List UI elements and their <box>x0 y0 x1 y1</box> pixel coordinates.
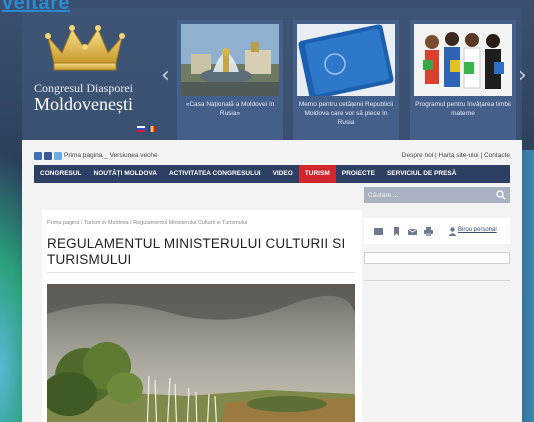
crown-logo-icon <box>45 25 125 71</box>
slider-item[interactable]: «Casa Națională a Moldovei în Rusia» <box>177 20 283 140</box>
article-tools: Birou personal <box>364 218 510 244</box>
sitemap-link[interactable]: Harta site-ului <box>439 152 479 159</box>
user-icon <box>448 227 457 236</box>
top-utility-bar: Prima pagina _ Versiunea veche Despre no… <box>34 152 510 166</box>
social-icons <box>34 152 62 160</box>
russian-flag-icon[interactable] <box>137 126 145 132</box>
moldovan-flag-icon[interactable] <box>148 126 156 132</box>
slide-title[interactable]: veltare <box>2 0 70 15</box>
breadcrumb[interactable]: Prima pagina / Turism in Moldova / Regul… <box>47 220 247 226</box>
nav-item-turism[interactable]: TURISM <box>298 165 336 183</box>
home-link[interactable]: Prima pagina <box>64 152 102 159</box>
divider: | <box>435 152 437 159</box>
sidebar-widget-box <box>364 252 510 264</box>
nav-item-video[interactable]: VIDEO <box>267 165 299 183</box>
slider-item-caption: Memo pentru cetățenii Republicii Moldova… <box>298 101 394 126</box>
page-content: Prima pagina _ Versiunea veche Despre no… <box>22 140 522 422</box>
fountain-photo <box>181 24 279 96</box>
site-header: Congresul Diasporei Moldovenești ‹ › «Ca… <box>22 8 527 148</box>
personal-office-link[interactable]: Birou personal <box>458 227 497 233</box>
main-navigation: CONGRESUL NOUTĂȚI MOLDOVA ACTIVITATEA CO… <box>34 165 510 183</box>
slider-next-arrow-icon[interactable]: › <box>518 63 527 88</box>
twitter-icon[interactable] <box>54 152 62 160</box>
page-title: REGULAMENTUL MINISTERULUI CULTURII SI TU… <box>47 236 346 267</box>
title-divider <box>47 272 355 273</box>
nav-item-serviciul-presa[interactable]: SERVICIUL DE PRESĂ <box>381 165 462 183</box>
divider: | <box>480 152 483 159</box>
search-input[interactable] <box>368 189 488 201</box>
language-flags <box>137 126 156 132</box>
slider-item-caption: «Casa Națională a Moldovei în Rusia» <box>185 101 275 117</box>
sidebar-divider <box>364 280 510 281</box>
share-icon[interactable] <box>374 227 383 236</box>
topbar-right-links: Despre noi | Harta site-ului | Contacte <box>402 152 510 159</box>
home-icon[interactable] <box>34 152 42 160</box>
sidebar: Birou personal <box>364 210 510 422</box>
article-panel: Prima pagina / Turism in Moldova / Regul… <box>42 210 362 422</box>
email-icon[interactable] <box>408 227 417 236</box>
search-icon[interactable] <box>496 190 506 200</box>
nav-item-activitatea[interactable]: ACTIVITATEA CONGRESULUI <box>163 165 267 183</box>
passport-photo <box>297 24 395 96</box>
facebook-icon[interactable] <box>44 152 52 160</box>
separator-text: _ <box>104 152 108 159</box>
print-icon[interactable] <box>424 227 433 236</box>
nav-item-proiecte[interactable]: PROIECTE <box>336 165 381 183</box>
search-box <box>364 187 510 203</box>
article-photo <box>47 284 355 422</box>
old-version-link[interactable]: Versiunea veche <box>110 152 158 159</box>
nav-item-congresul[interactable]: CONGRESUL <box>34 165 88 183</box>
slider-item[interactable]: Memo pentru cetățenii Republicii Moldova… <box>293 20 399 140</box>
nav-item-noutati[interactable]: NOUTĂȚI MOLDOVA <box>88 165 163 183</box>
bookmark-icon[interactable] <box>392 227 401 236</box>
contacts-link[interactable]: Contacte <box>484 152 510 159</box>
about-link[interactable]: Despre noi <box>402 152 433 159</box>
logo-text-main[interactable]: Moldovenești <box>34 94 133 115</box>
topbar-left-links: Prima pagina _ Versiunea veche <box>64 152 158 159</box>
slider-item-caption: Programul pentru învățarea limbii matern… <box>415 101 511 117</box>
slider-item[interactable]: Programul pentru învățarea limbii matern… <box>410 20 516 140</box>
students-photo <box>414 24 512 96</box>
slider-prev-arrow-icon[interactable]: ‹ <box>161 63 170 88</box>
